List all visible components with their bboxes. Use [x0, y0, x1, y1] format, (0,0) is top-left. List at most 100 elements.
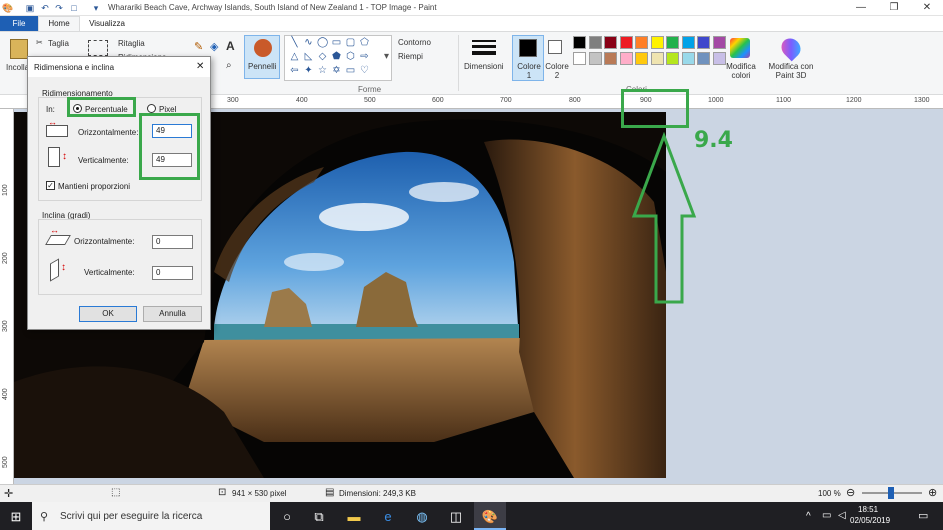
rectangle-icon[interactable]: ▭ — [331, 37, 342, 48]
curve-icon[interactable]: ∿ — [303, 37, 314, 48]
palette-swatch[interactable] — [573, 36, 586, 49]
callout-icon[interactable]: ▭ — [345, 65, 356, 76]
palette-swatch[interactable] — [588, 36, 602, 49]
skew-vertical-input[interactable]: 0 — [152, 266, 193, 280]
horizontal-label: Orizzontalmente: — [78, 128, 139, 137]
paste-icon[interactable] — [10, 39, 28, 59]
network-icon[interactable]: ▭ — [822, 510, 831, 521]
select-icon[interactable] — [88, 40, 108, 56]
notifications-icon[interactable]: ▭ — [918, 509, 928, 522]
palette-swatch[interactable] — [697, 36, 710, 49]
edge-icon[interactable]: e — [378, 507, 398, 527]
palette-swatch[interactable] — [604, 52, 617, 65]
ok-button[interactable]: OK — [79, 306, 137, 322]
palette-swatch[interactable] — [619, 52, 633, 65]
file-explorer-icon[interactable]: ▬ — [344, 507, 364, 527]
palette-swatch[interactable] — [697, 52, 710, 65]
cortana-icon[interactable]: ○ — [277, 507, 297, 527]
search-placeholder[interactable]: Scrivi qui per eseguire la ricerca — [60, 511, 202, 522]
step-number-label: 9.4 — [694, 128, 733, 153]
star5-icon[interactable]: ☆ — [317, 65, 328, 76]
quick-access-chevron-icon[interactable]: ▾ — [90, 2, 102, 14]
dialog-close-icon[interactable]: ✕ — [196, 61, 204, 72]
tray-chevron-icon[interactable]: ^ — [806, 511, 811, 522]
cancel-button[interactable]: Annulla — [143, 306, 202, 322]
undo-icon[interactable]: ↶ — [39, 2, 51, 14]
paste-label[interactable]: Incolla — [6, 63, 29, 72]
shapes-gallery[interactable]: ╲ ∿ ◯ ▭ ▢ ⬠ △ ◺ ◇ ⬟ ⬡ ⇨ ⇦ ✦ ☆ ✡ ▭ ♡ ▾ — [284, 35, 392, 81]
triangle-icon[interactable]: △ — [289, 51, 300, 62]
paint3d-label[interactable]: Modifica con Paint 3D — [762, 62, 820, 80]
skew-horizontal-arrow-icon: ↔ — [50, 225, 59, 235]
color2-label[interactable]: Colore 2 — [544, 62, 570, 80]
palette-swatch[interactable] — [666, 52, 679, 65]
brushes-button[interactable]: Pennelli — [244, 35, 280, 79]
size-label[interactable]: Dimensioni — [464, 62, 504, 71]
crop-label[interactable]: Ritaglia — [118, 39, 145, 48]
pixel-radio[interactable] — [147, 104, 156, 113]
edit-colors-icon[interactable] — [730, 38, 750, 58]
skew-horizontal-input[interactable]: 0 — [152, 235, 193, 249]
palette-swatch[interactable] — [666, 36, 679, 49]
palette-swatch[interactable] — [650, 52, 664, 65]
outline-label[interactable]: Contorno — [398, 38, 431, 47]
rounded-rect-icon[interactable]: ▢ — [345, 37, 356, 48]
magnifier-icon[interactable]: ⌕ — [226, 60, 232, 71]
palette-swatch[interactable] — [619, 36, 633, 49]
minimize-button[interactable]: — — [846, 0, 876, 16]
zoom-slider-thumb[interactable] — [888, 487, 894, 499]
keep-ratio-label[interactable]: Mantieni proporzioni — [58, 182, 130, 191]
heart-icon[interactable]: ♡ — [359, 65, 370, 76]
save-icon[interactable]: ▣ — [24, 2, 36, 14]
zoom-out-icon[interactable]: ⊖ — [846, 486, 855, 499]
color2-swatch[interactable] — [548, 40, 562, 54]
oval-icon[interactable]: ◯ — [317, 37, 328, 48]
palette-swatch[interactable] — [573, 52, 586, 65]
size-icon[interactable] — [472, 40, 496, 42]
palette-swatch[interactable] — [588, 52, 602, 65]
palette-swatch[interactable] — [681, 36, 695, 49]
line-icon[interactable]: ╲ — [289, 37, 300, 48]
arrow-right-icon[interactable]: ⇨ — [359, 51, 370, 62]
palette-swatch[interactable] — [604, 36, 617, 49]
windows-start-icon[interactable]: ⊞ — [6, 507, 26, 527]
star4-icon[interactable]: ✦ — [303, 65, 314, 76]
tab-home[interactable]: Home — [38, 16, 80, 32]
arrow-left-icon[interactable]: ⇦ — [289, 65, 300, 76]
pencil-icon[interactable]: ✎ — [194, 40, 203, 53]
palette-swatch[interactable] — [712, 36, 726, 49]
keep-ratio-checkbox[interactable]: ✓ — [46, 181, 55, 190]
clock-time[interactable]: 18:51 — [858, 505, 878, 514]
close-button[interactable]: ✕ — [912, 0, 942, 16]
palette-swatch[interactable] — [650, 36, 664, 49]
fill-label[interactable]: Riempi — [398, 52, 423, 61]
restore-button[interactable]: ❐ — [879, 0, 909, 16]
polygon-icon[interactable]: ⬠ — [359, 37, 370, 48]
redo-icon[interactable]: ↷ — [53, 2, 65, 14]
edit-colors-label[interactable]: Modifica colori — [724, 62, 758, 80]
values-highlight-box — [139, 113, 200, 180]
pentagon-icon[interactable]: ⬟ — [331, 51, 342, 62]
shapes-scroll-icon[interactable]: ▾ — [381, 51, 392, 62]
cut-icon[interactable]: ✂ — [36, 38, 43, 47]
cut-label[interactable]: Taglia — [48, 39, 69, 48]
text-icon[interactable]: A — [226, 39, 235, 53]
zoom-in-icon[interactable]: ⊕ — [928, 486, 937, 499]
palette-swatch[interactable] — [681, 52, 695, 65]
tab-view[interactable]: Visualizza — [84, 16, 130, 31]
new-icon[interactable]: □ — [68, 2, 80, 14]
palette-swatch[interactable] — [635, 36, 648, 49]
internet-explorer-icon[interactable]: ◍ — [412, 507, 432, 527]
clock-date[interactable]: 02/05/2019 — [850, 516, 890, 525]
tab-file[interactable]: File — [0, 16, 38, 31]
right-triangle-icon[interactable]: ◺ — [303, 51, 314, 62]
volume-icon[interactable]: ◁ — [838, 510, 846, 521]
hexagon-icon[interactable]: ⬡ — [345, 51, 356, 62]
camera-app-icon[interactable]: ◫ — [446, 507, 466, 527]
palette-swatch[interactable] — [635, 52, 648, 65]
task-view-icon[interactable]: ⧉ — [309, 507, 329, 527]
size-icon-line3 — [472, 51, 496, 55]
diamond-icon[interactable]: ◇ — [317, 51, 328, 62]
star6-icon[interactable]: ✡ — [331, 65, 342, 76]
fill-icon[interactable]: ◈ — [210, 40, 218, 53]
